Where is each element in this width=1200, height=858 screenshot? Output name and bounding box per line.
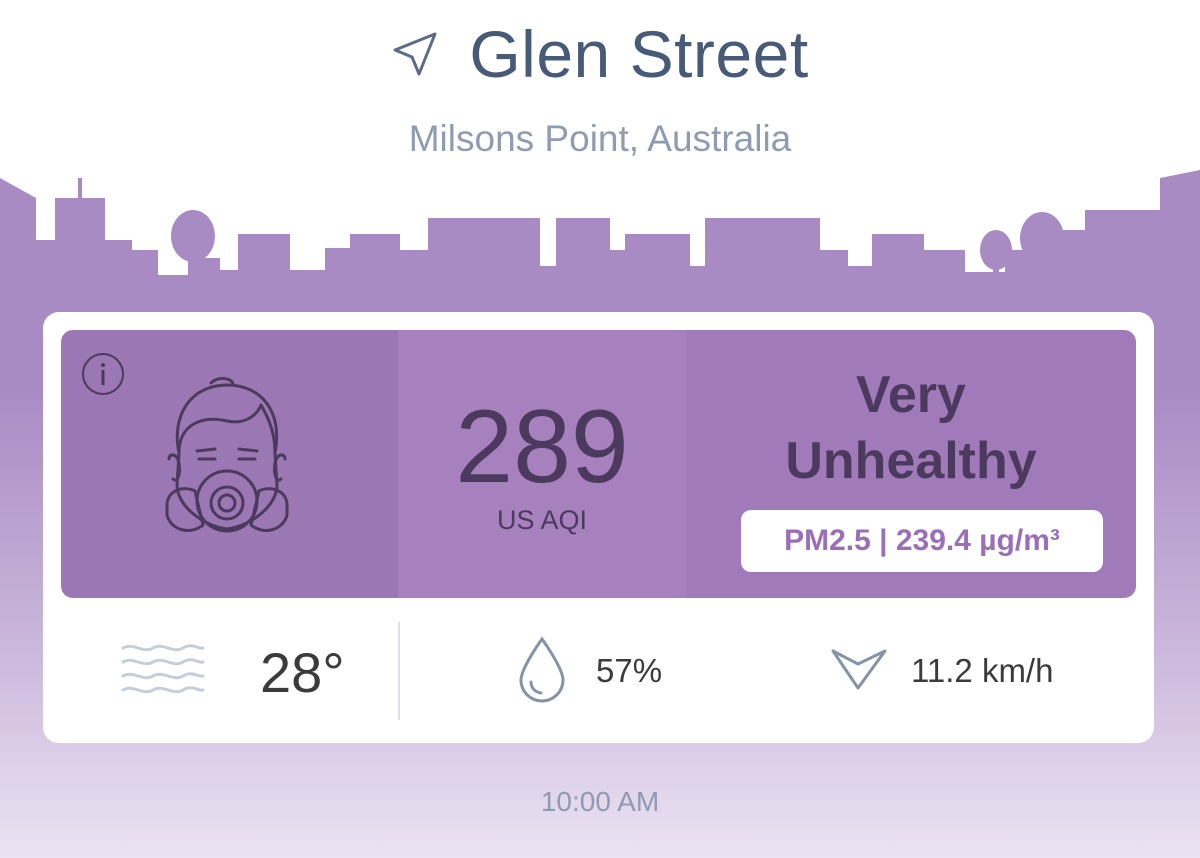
temperature-value: 28° bbox=[260, 641, 345, 704]
humidity-drop-icon bbox=[519, 636, 565, 703]
main-pollutant-badge: PM2.5 | 239.4 µg/m³ bbox=[741, 510, 1103, 572]
haze-icon bbox=[121, 644, 205, 694]
location-title[interactable]: Glen Street bbox=[469, 14, 808, 94]
aqi-status-line2: Unhealthy bbox=[785, 432, 1037, 490]
aqi-status: Very Unhealthy bbox=[686, 362, 1136, 494]
humidity-value: 57% bbox=[596, 652, 663, 689]
aqi-banner: 289 US AQI Very Unhealthy PM2.5 | 239.4 … bbox=[61, 330, 1136, 598]
weather-row: 28° 57% 11.2 km/h bbox=[43, 612, 1154, 722]
timestamp: 10:00 AM bbox=[540, 786, 660, 817]
aqi-status-panel: Very Unhealthy PM2.5 | 239.4 µg/m³ bbox=[686, 330, 1136, 598]
aqi-value-panel: 289 US AQI bbox=[398, 330, 686, 598]
info-icon[interactable] bbox=[81, 352, 125, 396]
gas-mask-face-icon bbox=[165, 377, 289, 533]
navigation-arrow-icon[interactable] bbox=[391, 30, 439, 78]
aqi-value: 289 bbox=[455, 389, 629, 505]
wind-direction-icon bbox=[831, 649, 887, 690]
aqi-face-panel bbox=[61, 330, 398, 598]
aqi-status-line1: Very bbox=[856, 366, 966, 424]
weather-divider bbox=[398, 622, 400, 720]
location-subtitle: Milsons Point, Australia bbox=[408, 118, 792, 159]
wind-speed-value: 11.2 km/h bbox=[911, 652, 1054, 689]
aqi-unit: US AQI bbox=[496, 505, 588, 535]
aqi-card[interactable]: 289 US AQI Very Unhealthy PM2.5 | 239.4 … bbox=[43, 312, 1154, 743]
location-header: Glen Street Milsons Point, Australia bbox=[0, 0, 1200, 180]
